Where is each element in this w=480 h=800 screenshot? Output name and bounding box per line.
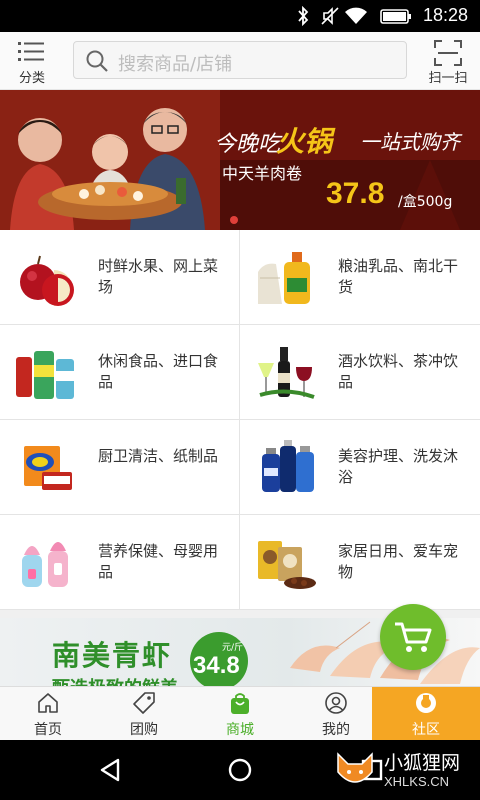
- tab-label: 商城: [226, 722, 254, 738]
- category-drinks[interactable]: 酒水饮料、茶冲饮品: [240, 325, 480, 420]
- scan-icon: [434, 40, 462, 66]
- grain-oil-icon: [258, 252, 310, 304]
- bottom-tab-bar: 首页 团购 商城 我的 社区: [0, 686, 480, 741]
- category-beauty-care[interactable]: 美容护理、洗发沐浴: [240, 420, 480, 515]
- search-placeholder: 搜索商品/店铺: [118, 54, 233, 75]
- top-header: 分类 搜索商品/店铺 扫一扫: [0, 32, 480, 90]
- shopping-cart-icon: [395, 622, 432, 652]
- category-baby-health[interactable]: 营养保健、母婴用品: [0, 515, 240, 610]
- hotpot-promo-banner[interactable]: 今晚吃 火锅 一站式购齐 中天羊肉卷 37.8 /盒500g: [0, 90, 480, 230]
- promo-title: 南美青虾: [52, 639, 173, 672]
- category-label: 休闲食品、进口食品: [98, 352, 219, 391]
- baby-bottle-icon: [22, 542, 68, 587]
- banner-headline-suffix: 一站式购齐: [360, 130, 460, 154]
- search-input[interactable]: 搜索商品/店铺: [73, 41, 407, 79]
- menu-icon: [18, 42, 44, 61]
- category-label: 粮油乳品、南北干货: [338, 257, 459, 296]
- tab-label: 我的: [322, 722, 350, 738]
- category-menu-button[interactable]: 分类: [4, 36, 60, 88]
- fox-logo-icon: [337, 752, 373, 783]
- banner-headline-prefix: 今晚吃: [214, 132, 281, 157]
- category-cleaning[interactable]: 厨卫清洁、纸制品: [0, 420, 240, 515]
- tag-icon: [133, 692, 155, 714]
- fruit-icon: [20, 255, 74, 306]
- category-fresh-fruit[interactable]: 时鲜水果、网上菜场: [0, 230, 240, 325]
- shampoo-icon: [262, 440, 314, 492]
- banner-subtitle: 中天羊肉卷: [222, 164, 303, 183]
- wifi-icon: [345, 7, 367, 24]
- site-watermark: 小狐狸网 XHLKS.CN: [330, 744, 480, 796]
- category-menu-label: 分类: [18, 71, 45, 86]
- category-grain-oil[interactable]: 粮油乳品、南北干货: [240, 230, 480, 325]
- tab-label: 社区: [412, 722, 440, 738]
- tab-mall[interactable]: 商城: [192, 687, 288, 741]
- snacks-icon: [16, 351, 74, 399]
- tab-label: 首页: [34, 722, 62, 738]
- wine-drinks-icon: [258, 347, 315, 399]
- bluetooth-icon: [298, 6, 309, 26]
- banner-headline-highlight: 火锅: [276, 125, 333, 158]
- category-snacks[interactable]: 休闲食品、进口食品: [0, 325, 240, 420]
- category-home-pet[interactable]: 家居日用、爱车宠物: [240, 515, 480, 610]
- category-label: 家居日用、爱车宠物: [338, 542, 459, 581]
- detergent-icon: [24, 446, 72, 490]
- banner-price: 37.8: [326, 177, 385, 210]
- category-label: 营养保健、母婴用品: [98, 542, 219, 581]
- home-circle-icon[interactable]: [226, 756, 254, 784]
- category-label: 酒水饮料、茶冲饮品: [338, 352, 459, 391]
- tab-mine[interactable]: 我的: [288, 687, 384, 741]
- scan-button[interactable]: 扫一扫: [420, 36, 476, 88]
- home-icon: [38, 693, 58, 713]
- category-label: 时鲜水果、网上菜场: [98, 257, 219, 296]
- category-label: 美容护理、洗发沐浴: [338, 447, 459, 486]
- mute-icon: [321, 7, 339, 25]
- scan-label: 扫一扫: [428, 71, 468, 86]
- battery-icon: [380, 9, 411, 24]
- banner-price-unit: /盒500g: [398, 194, 453, 210]
- promo-subtitle: 甄选极致的鲜美: [52, 674, 178, 686]
- status-time: 18:28: [422, 5, 468, 25]
- search-icon: [86, 50, 108, 72]
- promo-price: 34.8: [193, 652, 240, 679]
- carousel-indicator: [230, 216, 238, 224]
- tab-community[interactable]: 社区: [372, 687, 480, 741]
- tab-home[interactable]: 首页: [0, 687, 96, 741]
- shopping-bag-icon: [231, 693, 249, 714]
- community-icon: [416, 693, 436, 713]
- back-icon[interactable]: [96, 756, 124, 784]
- watermark-domain: XHLKS.CN: [384, 774, 450, 789]
- pet-food-icon: [258, 541, 316, 589]
- watermark-name: 小狐狸网: [384, 752, 461, 774]
- tab-label: 团购: [130, 722, 158, 738]
- tab-group-buy[interactable]: 团购: [96, 687, 192, 741]
- category-grid: 时鲜水果、网上菜场 粮油乳品、南北干货 休闲食品、进口食品 酒水饮料、茶冲饮品 …: [0, 230, 480, 610]
- cart-fab-button[interactable]: [380, 604, 446, 670]
- user-icon: [325, 692, 347, 714]
- status-bar: 18:28: [0, 0, 480, 32]
- category-label: 厨卫清洁、纸制品: [98, 447, 219, 465]
- family-dinner-illustration: [0, 90, 220, 230]
